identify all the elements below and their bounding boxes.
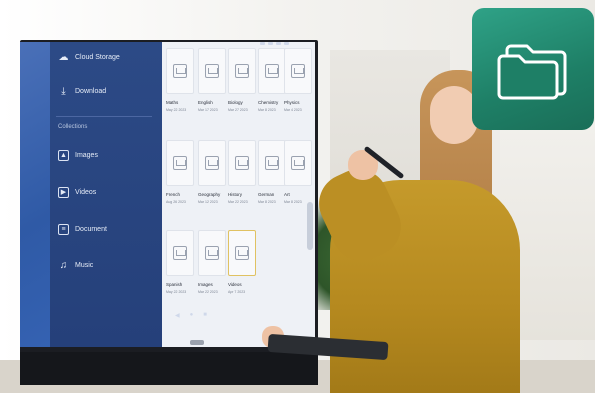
folder-tile[interactable]: English Mar 17 2023 — [198, 48, 226, 122]
folder-date: Mar 27 2023 — [228, 108, 248, 112]
window-controls[interactable] — [260, 42, 289, 45]
folder-date: Apr 7 2023 — [228, 290, 246, 294]
sidebar-item-label: Download — [75, 88, 107, 95]
folder-tile[interactable]: Biology Mar 27 2023 — [228, 48, 256, 122]
folder-tile[interactable]: History Mar 22 2023 — [228, 140, 256, 214]
sidebar-item-label: Music — [75, 262, 94, 269]
menu-icon[interactable]: ■ — [203, 312, 207, 319]
folder-thumbnail — [284, 48, 312, 94]
sidebar-item-music[interactable]: ♫ Music — [58, 259, 94, 271]
folder-icon — [205, 156, 219, 170]
sidebar-item-label: Videos — [75, 189, 97, 196]
folder-icon — [265, 64, 279, 78]
folder-icon — [291, 64, 305, 78]
folder-thumbnail — [228, 48, 256, 94]
folder-name: Images — [198, 282, 213, 287]
folder-thumbnail — [228, 230, 256, 276]
folder-name: English — [198, 100, 213, 105]
sidebar-item-cloud-storage[interactable]: ☁ Cloud Storage — [58, 52, 120, 63]
folder-name: History — [228, 192, 243, 197]
file-manager-app-icon — [472, 8, 594, 130]
folder-date: Mar 8 2023 — [258, 200, 276, 204]
scroll-handle[interactable] — [307, 202, 313, 250]
folder-date: Mar 17 2023 — [198, 108, 218, 112]
display-nav-bar: ◀ ● ■ — [175, 312, 207, 319]
folder-date: Aug 26 2023 — [166, 200, 186, 204]
sidebar-divider — [56, 116, 152, 117]
folder-icon — [235, 64, 249, 78]
download-icon: ⤓ — [61, 85, 66, 97]
folder-icon — [173, 156, 187, 170]
folder-tile-selected[interactable]: Videos Apr 7 2023 — [228, 230, 256, 304]
display-screen: ☁ Cloud Storage ⤓ Download Collections ▲… — [20, 42, 315, 347]
folder-icon — [265, 156, 279, 170]
folder-date: May 22 2023 — [166, 290, 187, 294]
folder-thumbnail — [166, 140, 194, 186]
display-bezel-bottom — [20, 352, 318, 385]
folder-tile[interactable]: Images Mar 22 2023 — [198, 230, 226, 304]
video-icon: ▶ — [58, 187, 69, 198]
file-manager-sidebar: ☁ Cloud Storage ⤓ Download Collections ▲… — [50, 42, 162, 347]
folder-name: Videos — [228, 282, 242, 287]
folder-thumbnail — [166, 48, 194, 94]
folder-icon — [291, 156, 305, 170]
sidebar-item-download[interactable]: ⤓ Download — [58, 86, 106, 97]
folder-icon — [497, 44, 567, 100]
folder-date: May 22 2023 — [166, 108, 187, 112]
folder-thumbnail — [284, 140, 312, 186]
sidebar-item-label: Images — [75, 152, 98, 159]
home-icon[interactable]: ● — [190, 312, 194, 319]
folder-name: German — [258, 192, 275, 197]
folder-thumbnail — [198, 230, 226, 276]
folder-icon — [205, 64, 219, 78]
brand-logo — [190, 340, 204, 345]
cloud-icon: ☁ — [58, 51, 69, 63]
folder-icon — [235, 156, 249, 170]
folder-thumbnail — [198, 140, 226, 186]
folder-icon — [173, 64, 187, 78]
woman-face — [430, 86, 478, 144]
sidebar-item-images[interactable]: ▲ Images — [58, 150, 98, 161]
sidebar-item-videos[interactable]: ▶ Videos — [58, 187, 96, 198]
folder-date: Mar 22 2023 — [228, 200, 248, 204]
folder-thumbnail — [166, 230, 194, 276]
sidebar-item-label: Cloud Storage — [75, 54, 120, 61]
folder-icon — [205, 246, 219, 260]
folder-date: Mar 4 2023 — [284, 108, 302, 112]
folder-tile[interactable]: Geography Mar 12 2023 — [198, 140, 226, 214]
folder-tile[interactable]: Chemistry Mar 8 2023 — [258, 48, 286, 122]
folder-thumbnail — [258, 48, 286, 94]
document-icon: ≡ — [58, 224, 69, 235]
music-icon: ♫ — [59, 259, 68, 271]
image-icon: ▲ — [58, 150, 69, 161]
sidebar-item-document[interactable]: ≡ Document — [58, 224, 107, 235]
folder-name: Chemistry — [258, 100, 279, 105]
folder-name: Geography — [198, 192, 221, 197]
folder-thumbnail — [198, 48, 226, 94]
folder-date: Mar 12 2023 — [198, 200, 218, 204]
folder-name: Maths — [166, 100, 179, 105]
folder-icon — [235, 246, 249, 260]
folder-icon — [173, 246, 187, 260]
folder-tile[interactable]: French Aug 26 2023 — [166, 140, 194, 214]
folder-name: Physics — [284, 100, 300, 105]
folder-tile[interactable]: Maths May 22 2023 — [166, 48, 194, 122]
folder-tile[interactable]: Physics Mar 4 2023 — [284, 48, 312, 122]
folder-date: Mar 22 2023 — [198, 290, 218, 294]
folder-date: Mar 8 2023 — [258, 108, 276, 112]
sidebar-item-label: Document — [75, 226, 107, 233]
folder-tile[interactable]: German Mar 8 2023 — [258, 140, 286, 214]
folder-name: Art — [284, 192, 290, 197]
folder-thumbnail — [228, 140, 256, 186]
folder-name: Spanish — [166, 282, 183, 287]
collections-label: Collections — [58, 124, 88, 130]
folder-name: Biology — [228, 100, 243, 105]
folder-name: French — [166, 192, 181, 197]
folder-tile[interactable]: Spanish May 22 2023 — [166, 230, 194, 304]
folder-grid: Maths May 22 2023 English Mar 17 2023 Bi… — [162, 42, 315, 347]
folder-thumbnail — [258, 140, 286, 186]
back-icon[interactable]: ◀ — [175, 312, 180, 319]
